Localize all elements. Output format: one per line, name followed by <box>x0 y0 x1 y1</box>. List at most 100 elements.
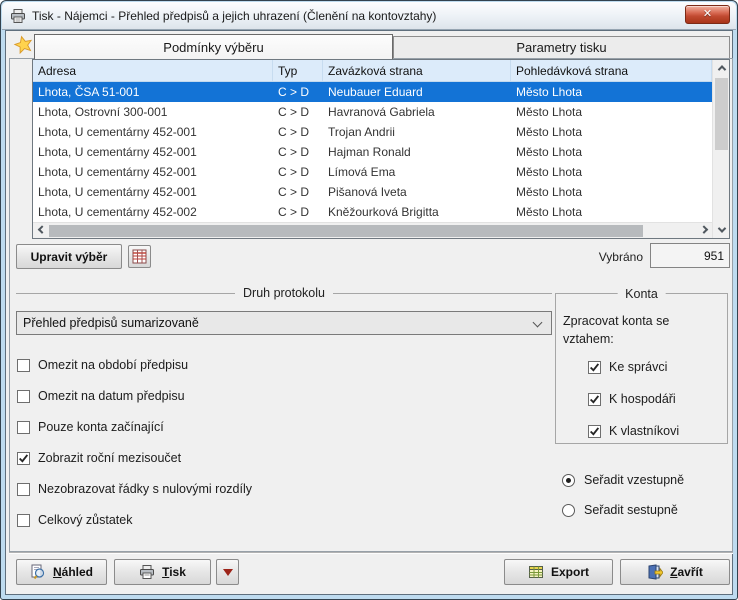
horizontal-scrollbar[interactable] <box>33 222 712 238</box>
table-body: Lhota, ČSA 51-001C > DNeubauer EduardMěs… <box>33 82 712 222</box>
selection-table: Adresa Typ Zavázková strana Pohledávková… <box>32 59 730 239</box>
sort-radio-1[interactable]: Seřadit sestupně <box>562 502 678 518</box>
checkbox-unchecked-icon[interactable] <box>17 421 30 434</box>
checkbox-checked-icon[interactable] <box>588 393 601 406</box>
table-cell: Trojan Andrii <box>323 125 511 139</box>
checkbox-checked-icon[interactable] <box>588 425 601 438</box>
table-cell: Pišanová Iveta <box>323 185 511 199</box>
protocol-type-value: Přehled předpisů sumarizovaně <box>23 316 199 330</box>
checkbox-unchecked-icon[interactable] <box>17 390 30 403</box>
table-header: Adresa Typ Zavázková strana Pohledávková… <box>33 60 712 82</box>
radio-unselected-icon[interactable] <box>562 504 575 517</box>
radio-selected-icon[interactable] <box>562 474 575 487</box>
checkbox-unchecked-icon[interactable] <box>17 359 30 372</box>
column-header-zavazkova[interactable]: Zavázková strana <box>323 60 511 81</box>
close-button[interactable]: ✕ <box>685 5 730 24</box>
table-row[interactable]: Lhota, U cementárny 452-002C > DKněžourk… <box>33 202 712 222</box>
table-row[interactable]: Lhota, U cementárny 452-001C > DLímová E… <box>33 162 712 182</box>
table-row[interactable]: Lhota, Ostrovní 300-001C > DHavranová Ga… <box>33 102 712 122</box>
table-cell: Lhota, ČSA 51-001 <box>33 85 273 99</box>
table-cell: C > D <box>273 165 323 179</box>
dialog-client-area: Podmínky výběru Parametry tisku Adresa T… <box>5 30 733 595</box>
konta-checkbox-1[interactable]: K hospodáři <box>588 391 676 407</box>
konta-intro-line2: vztahem: <box>563 332 614 346</box>
red-grid-icon <box>132 249 147 264</box>
vertical-scroll-thumb[interactable] <box>715 78 728 150</box>
tab-podminky-vyberu[interactable]: Podmínky výběru <box>34 34 393 59</box>
checkbox-checked-icon[interactable] <box>588 361 601 374</box>
table-cell: Havranová Gabriela <box>323 105 511 119</box>
edit-selection-button[interactable]: Upravit výběr <box>16 244 122 269</box>
table-cell: C > D <box>273 145 323 159</box>
export-button[interactable]: Export <box>504 559 613 585</box>
table-cell: Město Lhota <box>511 185 712 199</box>
close-dialog-button[interactable]: Zavřít <box>620 559 730 585</box>
dropdown-arrow-icon <box>223 569 233 576</box>
konta-group-label: Konta <box>617 287 666 301</box>
konta-checkbox-0[interactable]: Ke správci <box>588 359 667 375</box>
table-cell: C > D <box>273 105 323 119</box>
checkbox-label: K hospodáři <box>609 392 676 406</box>
protocol-checkbox-1[interactable]: Omezit na datum předpisu <box>17 388 185 404</box>
table-row[interactable]: Lhota, U cementárny 452-001C > DPišanová… <box>33 182 712 202</box>
table-row[interactable]: Lhota, U cementárny 452-001C > DHajman R… <box>33 142 712 162</box>
preview-button[interactable]: Náhled <box>16 559 107 585</box>
checkbox-unchecked-icon[interactable] <box>17 514 30 527</box>
column-header-adresa[interactable]: Adresa <box>33 60 273 81</box>
favorite-star-icon[interactable] <box>14 35 33 59</box>
table-cell: Lhota, U cementárny 452-001 <box>33 165 273 179</box>
checkbox-label: Zobrazit roční mezisoučet <box>38 451 181 465</box>
table-cell: Lhota, Ostrovní 300-001 <box>33 105 273 119</box>
table-cell: Hajman Ronald <box>323 145 511 159</box>
checkbox-label: Omezit na datum předpisu <box>38 389 185 403</box>
footer-separator <box>9 552 733 554</box>
print-button[interactable]: Tisk <box>114 559 211 585</box>
horizontal-scroll-thumb[interactable] <box>49 225 643 237</box>
chevron-down-icon <box>717 224 725 232</box>
selection-grid-button[interactable] <box>128 245 151 268</box>
vertical-scrollbar[interactable] <box>712 60 729 238</box>
table-cell: Město Lhota <box>511 165 712 179</box>
scroll-right-button[interactable] <box>695 223 712 239</box>
selected-count-label: Vybráno <box>551 250 643 264</box>
protocol-checkbox-4[interactable]: Nezobrazovat řádky s nulovými rozdíly <box>17 481 252 497</box>
protocol-checkbox-0[interactable]: Omezit na období předpisu <box>17 357 188 373</box>
print-icon <box>139 564 155 580</box>
column-header-typ[interactable]: Typ <box>273 60 323 81</box>
selected-count-field: 951 <box>650 243 730 268</box>
protocol-type-dropdown[interactable]: Přehled předpisů sumarizovaně <box>16 311 552 335</box>
protocol-checkbox-3[interactable]: Zobrazit roční mezisoučet <box>17 450 181 466</box>
table-cell: C > D <box>273 185 323 199</box>
checkbox-label: Nezobrazovat řádky s nulovými rozdíly <box>38 482 252 496</box>
chevron-down-icon <box>533 318 543 328</box>
column-header-pohledavkova[interactable]: Pohledávková strana <box>511 60 712 81</box>
protocol-checkbox-5[interactable]: Celkový zůstatek <box>17 512 132 528</box>
chevron-left-icon <box>37 225 45 233</box>
tab-parametry-tisku[interactable]: Parametry tisku <box>393 36 730 58</box>
table-cell: Neubauer Eduard <box>323 85 511 99</box>
table-cell: C > D <box>273 125 323 139</box>
scroll-up-button[interactable] <box>713 60 730 76</box>
checkbox-unchecked-icon[interactable] <box>17 483 30 496</box>
title-bar[interactable]: Tisk - Nájemci - Přehled předpisů a jeji… <box>2 2 736 30</box>
checkbox-label: Ke správci <box>609 360 667 374</box>
table-cell: Lhota, U cementárny 452-001 <box>33 145 273 159</box>
export-icon <box>528 564 544 580</box>
sort-radio-0[interactable]: Seřadit vzestupně <box>562 472 684 488</box>
table-row[interactable]: Lhota, ČSA 51-001C > DNeubauer EduardMěs… <box>33 82 712 102</box>
konta-checkbox-2[interactable]: K vlastníkovi <box>588 423 679 439</box>
checkbox-checked-icon[interactable] <box>17 452 30 465</box>
protocol-checkbox-2[interactable]: Pouze konta začínající <box>17 419 164 435</box>
table-cell: C > D <box>273 205 323 219</box>
scroll-down-button[interactable] <box>713 222 730 238</box>
table-cell: Město Lhota <box>511 205 712 219</box>
print-options-button[interactable] <box>216 559 239 585</box>
exit-door-icon <box>647 564 663 580</box>
scroll-left-button[interactable] <box>33 223 50 239</box>
table-cell: Město Lhota <box>511 125 712 139</box>
tab-label: Podmínky výběru <box>163 40 263 55</box>
table-cell: C > D <box>273 85 323 99</box>
table-row[interactable]: Lhota, U cementárny 452-001C > DTrojan A… <box>33 122 712 142</box>
checkbox-label: K vlastníkovi <box>609 424 679 438</box>
export-label: Export <box>551 565 589 579</box>
